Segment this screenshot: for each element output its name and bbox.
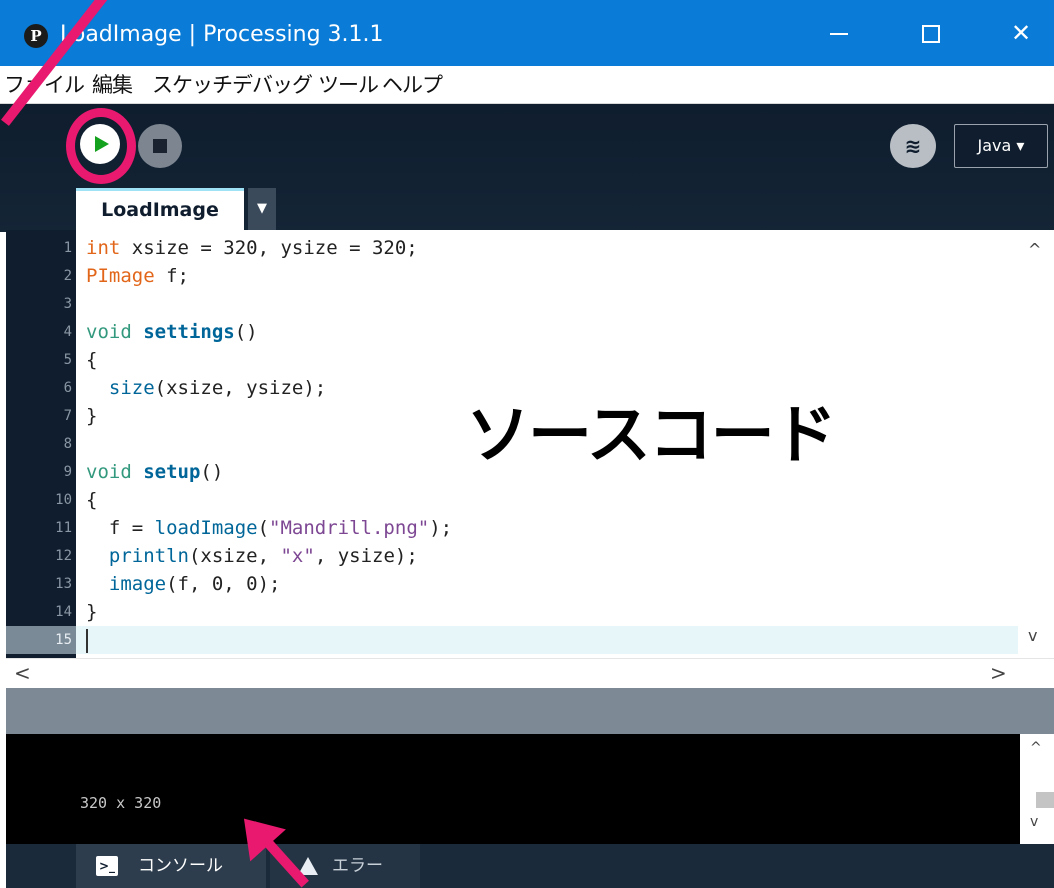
menu-bar: ファイル 編集 スケッチ デバッグ ツール ヘルプ [0,66,1054,104]
title-bar: P LoadImage | Processing 3.1.1 ✕ [0,0,1054,66]
scroll-up-icon[interactable]: ^ [1028,240,1041,259]
editor-horizontal-scrollbar[interactable]: < > [6,658,1054,688]
close-icon: ✕ [1010,19,1032,47]
tab-errors-label: エラー [332,856,383,876]
console-scrollbar[interactable]: ^ v [1020,734,1054,844]
line-number: 10 [55,492,72,508]
stop-icon [153,139,167,153]
minimize-button[interactable] [814,10,864,56]
line-number: 15 [6,626,76,654]
line-number: 1 [63,240,72,256]
code-line: f = loadImage("Mandrill.png"); [86,517,453,539]
code-line: println(xsize, "x", ysize); [108,545,418,567]
chevron-down-icon: ▼ [257,201,267,216]
menu-tools[interactable]: ツール [318,70,379,100]
code-line: { [86,349,98,371]
line-number: 11 [55,520,72,536]
minimize-icon [830,33,848,35]
code-line: size(xsize, ysize); [108,377,327,399]
line-number: 9 [63,464,72,480]
source-code-annotation: ソースコード [466,399,837,473]
mode-select[interactable]: Java ▾ [954,124,1048,168]
line-number: 7 [63,408,72,424]
menu-sketch[interactable]: スケッチ [152,70,233,100]
scroll-right-icon[interactable]: > [990,661,1007,685]
maximize-button[interactable] [906,10,956,56]
line-number-gutter: 1 2 3 4 5 6 7 8 9 10 11 12 13 14 15 [6,230,76,658]
tab-console[interactable]: >_ コンソール [76,844,266,888]
code-line: int xsize = 320, ysize = 320; [86,237,418,259]
menu-edit[interactable]: 編集 [92,70,133,100]
line-number: 13 [55,576,72,592]
butterfly-icon: ≋ [904,134,922,158]
menu-debug[interactable]: デバッグ [232,70,313,100]
line-number: 6 [63,380,72,396]
run-button-highlight-ring [66,108,136,184]
code-line: void settings() [86,321,258,343]
tab-menu-button[interactable]: ▼ [248,188,276,230]
current-line-highlight [76,626,1018,654]
scroll-down-icon[interactable]: v [1030,814,1038,830]
code-line: image(f, 0, 0); [108,573,281,595]
close-button[interactable]: ✕ [996,10,1046,56]
line-number: 3 [63,296,72,312]
tab-console-label: コンソール [138,856,223,876]
terminal-icon: >_ [96,856,118,876]
code-line: } [86,405,98,427]
scroll-left-icon[interactable]: < [14,661,31,685]
line-number: 8 [63,436,72,452]
scroll-down-icon[interactable]: v [1028,626,1037,645]
window-title: LoadImage | Processing 3.1.1 [60,22,384,47]
code-line: void setup() [86,461,224,483]
status-divider [6,688,1054,734]
text-caret [86,629,88,653]
editor-vertical-scrollbar[interactable]: ^ v [1018,230,1054,658]
line-number: 12 [55,548,72,564]
menu-help[interactable]: ヘルプ [382,70,443,100]
line-number: 4 [63,324,72,340]
tab-loadimage[interactable]: LoadImage [76,188,244,230]
line-number: 5 [63,352,72,368]
code-line: } [86,601,98,623]
console-panel [6,734,1020,844]
scroll-up-icon[interactable]: ^ [1030,740,1042,756]
code-line: PImage f; [86,265,189,287]
stop-button[interactable] [138,124,182,168]
debug-button[interactable]: ≋ [890,124,936,168]
scroll-thumb[interactable] [1036,792,1054,808]
console-output: 320 x 320 [80,794,162,812]
code-line: { [86,489,98,511]
line-number: 14 [55,604,72,620]
maximize-icon [922,25,940,43]
line-number: 2 [63,268,72,284]
processing-logo-icon: P [24,24,48,48]
